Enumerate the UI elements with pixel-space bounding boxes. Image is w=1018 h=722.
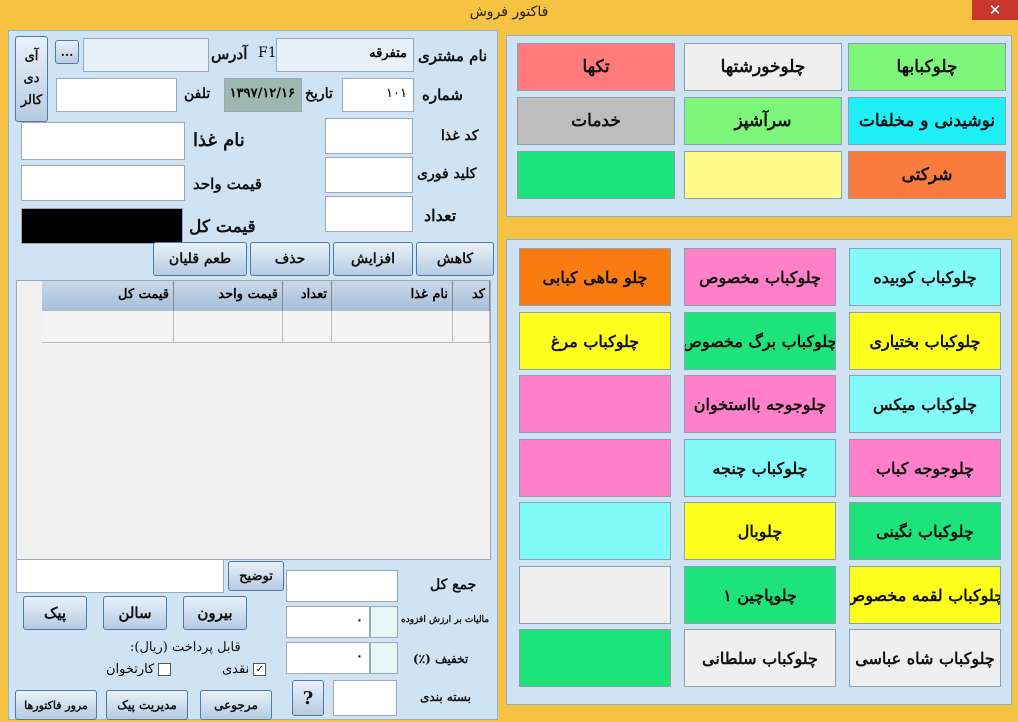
food-button-19[interactable] (519, 629, 671, 687)
courier-button[interactable]: پیک (23, 596, 87, 630)
courier-management-button[interactable]: مدیریت پیک (106, 690, 188, 720)
category-button-4[interactable]: خدمات (517, 97, 675, 145)
increase-button[interactable]: افزایش (333, 242, 413, 276)
description-button[interactable]: توضیح (228, 561, 284, 591)
food-button-12[interactable]: چلوجوجه کباب (849, 439, 1001, 497)
food-button-8[interactable]: چلوجوجه بااستخوان (684, 375, 836, 433)
hotkey-input[interactable] (325, 157, 413, 193)
title-bar: فاکتور فروش ✕ (0, 0, 1018, 28)
description-input[interactable] (16, 559, 224, 593)
table-cell[interactable] (332, 311, 453, 343)
invoice-items-grid[interactable]: قیمت کل قیمت واحد تعداد نام غذا کد (16, 280, 491, 560)
table-cell[interactable] (283, 311, 332, 343)
discount-input[interactable]: ۰ (286, 642, 370, 674)
food-button-7[interactable] (519, 375, 671, 433)
column-header-unit-price[interactable]: قیمت واحد (174, 281, 283, 311)
phone-label: تلفن (184, 86, 211, 102)
food-button-15[interactable]: چلوکباب نگینی (849, 502, 1001, 560)
invoice-number-label: شماره (422, 86, 463, 104)
total-price-field (21, 208, 183, 244)
total-price-label: قیمت کل (189, 217, 256, 237)
food-button-14[interactable]: چلوبال (684, 502, 836, 560)
takeout-button[interactable]: بیرون (183, 596, 247, 630)
table-cell[interactable] (453, 311, 490, 343)
food-button-11[interactable]: چلوکباب چنجه (684, 439, 836, 497)
vat-spinner[interactable] (370, 606, 398, 638)
quantity-input[interactable] (325, 196, 413, 232)
return-button[interactable]: مرجوعی (200, 690, 272, 720)
food-button-10[interactable] (519, 439, 671, 497)
address-more-button[interactable]: ... (55, 40, 79, 64)
food-button-21[interactable]: چلوکباب شاه عباسی (849, 629, 1001, 687)
hookah-flavor-button[interactable]: طعم قلیان (153, 242, 247, 276)
packaging-input[interactable] (333, 680, 397, 716)
food-button-18[interactable]: چلوکباب لقمه مخصوص (849, 566, 1001, 624)
discount-label: تخفیف (٪) (413, 652, 469, 666)
invoice-number-input[interactable]: ۱۰۱ (342, 78, 414, 112)
address-label: آدرس (211, 45, 248, 63)
quantity-label: تعداد (424, 206, 457, 225)
food-button-13[interactable] (519, 502, 671, 560)
food-name-input[interactable] (21, 122, 185, 160)
food-name-label: نام غذا (193, 130, 245, 151)
phone-input[interactable] (56, 78, 177, 112)
food-button-5[interactable]: چلوکباب برگ مخصوص (684, 312, 836, 370)
food-button-16[interactable] (519, 566, 671, 624)
food-button-6[interactable]: چلوکباب بختیاری (849, 312, 1001, 370)
card-checkbox-box[interactable] (158, 663, 172, 676)
date-field: ۱۳۹۷/۱۲/۱۶ (224, 78, 302, 112)
category-button-3[interactable]: چلوکبابها (848, 43, 1006, 91)
f1-hint: F1 (258, 45, 277, 61)
card-checkbox[interactable]: کارتخوان (106, 662, 172, 677)
food-button-3[interactable]: چلوکباب کوبیده (849, 248, 1001, 306)
packaging-label: بسته بندی (420, 690, 471, 704)
column-header-qty[interactable]: تعداد (283, 281, 332, 311)
column-header-code[interactable]: کد (453, 281, 490, 311)
decrease-button[interactable]: کاهش (416, 242, 494, 276)
payable-label: قابل پرداخت (ریال): (130, 640, 241, 655)
column-header-food-name[interactable]: نام غذا (332, 281, 453, 311)
sum-total-label: جمع کل (430, 577, 477, 593)
sum-total-field (286, 570, 398, 602)
column-header-total[interactable]: قیمت کل (42, 281, 174, 311)
food-button-1[interactable]: چلو ماهی کبابی (519, 248, 671, 306)
window-title: فاکتور فروش (469, 4, 549, 20)
category-button-9[interactable]: شرکتی (848, 151, 1006, 199)
vat-input[interactable]: ۰ (286, 606, 370, 638)
help-button[interactable]: ? (292, 680, 324, 716)
id-caller-button[interactable]: آی دی کالر (15, 36, 48, 122)
category-button-6[interactable]: نوشیدنی و مخلفات (848, 97, 1006, 145)
discount-spinner[interactable] (370, 642, 398, 674)
cash-checkbox-box[interactable]: ✓ (253, 663, 267, 676)
hall-button[interactable]: سالن (103, 596, 167, 630)
table-cell[interactable] (174, 311, 283, 343)
unit-price-input[interactable] (21, 165, 185, 201)
food-code-input[interactable] (325, 118, 413, 154)
food-button-9[interactable]: چلوکباب میکس (849, 375, 1001, 433)
food-button-20[interactable]: چلوکباب سلطانی (684, 629, 836, 687)
cash-checkbox[interactable]: ✓ نقدی (222, 662, 267, 677)
food-button-4[interactable]: چلوکباب مرغ (519, 312, 671, 370)
category-button-5[interactable]: سرآشپز (684, 97, 842, 145)
category-button-8[interactable] (684, 151, 842, 199)
close-icon[interactable]: ✕ (972, 0, 1018, 20)
address-input[interactable] (83, 38, 209, 72)
food-button-17[interactable]: چلوپاچین ۱ (684, 566, 836, 624)
customer-name-input[interactable]: متفرقه (276, 38, 414, 72)
category-button-7[interactable] (517, 151, 675, 199)
category-button-2[interactable]: چلوخورشتها (684, 43, 842, 91)
unit-price-label: قیمت واحد (193, 175, 262, 193)
delete-button[interactable]: حذف (250, 242, 330, 276)
food-button-2[interactable]: چلوکباب مخصوص (684, 248, 836, 306)
category-button-1[interactable]: تکها (517, 43, 675, 91)
customer-name-label: نام مشتری (418, 47, 488, 65)
table-row[interactable] (42, 311, 174, 343)
invoice-review-button[interactable]: مرور فاکتورها (15, 690, 97, 720)
vat-label: مالیات بر ارزش افزوده (401, 615, 490, 625)
food-code-label: کد غذا (441, 128, 479, 144)
hotkey-label: کلید فوری (417, 166, 477, 182)
date-label: تاریخ (305, 86, 333, 102)
